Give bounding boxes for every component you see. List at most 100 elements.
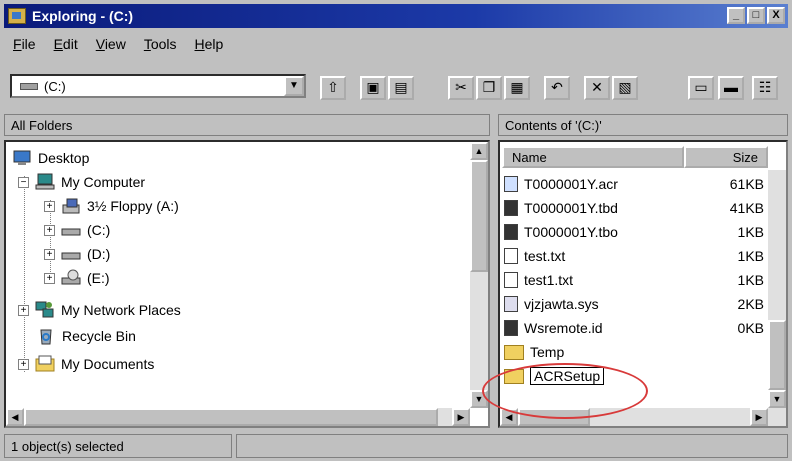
tree-item-my-computer[interactable]: − My Computer (18, 170, 145, 194)
file-name: test.txt (524, 248, 566, 264)
address-combo[interactable]: (C:) ▼ (10, 74, 306, 98)
file-row-tbo[interactable]: T0000001Y.tbo 1KB (504, 220, 770, 244)
text-file-icon (504, 272, 518, 288)
tree-item-my-documents[interactable]: + My Documents (18, 352, 154, 376)
tree-item-drive-e[interactable]: + (E:) (44, 266, 110, 290)
list-vertical-scrollbar[interactable]: ▼ (768, 170, 786, 408)
scroll-left-arrow-icon[interactable]: ◀ (6, 408, 24, 426)
system-file-icon (504, 296, 518, 312)
menu-edit-label: dit (62, 36, 78, 52)
file-size: 1KB (737, 248, 764, 264)
tree-item-label: (C:) (87, 222, 111, 238)
file-row-tbd[interactable]: T0000001Y.tbd 41KB (504, 196, 770, 220)
map-network-drive-button[interactable]: ▣ (360, 76, 386, 100)
network-icon (35, 301, 55, 319)
folder-tree[interactable]: Desktop − My Computer + 3½ Floppy (A:) +… (4, 140, 490, 428)
tree-item-recycle-bin[interactable]: Recycle Bin (36, 324, 136, 348)
tree-item-network-places[interactable]: + My Network Places (18, 298, 181, 322)
folder-icon (504, 344, 524, 360)
desktop-icon (12, 149, 32, 167)
up-one-level-button[interactable]: ⇧ (320, 76, 346, 100)
small-icons-button[interactable]: ▬ (718, 76, 744, 100)
explorer-app-icon (8, 8, 26, 24)
file-size: 2KB (737, 296, 764, 312)
menu-file-accel: F (13, 36, 22, 52)
scroll-up-arrow-icon[interactable]: ▲ (470, 142, 488, 160)
menu-bar: File Edit View Tools Help (4, 32, 232, 56)
file-row-test-txt[interactable]: test.txt 1KB (504, 244, 770, 268)
status-bar: 1 object(s) selected (4, 434, 232, 458)
tree-item-drive-c[interactable]: + (C:) (44, 218, 110, 242)
scroll-thumb[interactable] (768, 320, 786, 390)
menu-view[interactable]: View (87, 34, 135, 54)
menu-help[interactable]: Help (186, 34, 233, 54)
toolbar: (C:) ▼ ⇧ ▣ ▤ ✂ ❐ ▦ ↶ ✕ ▧ ▭ ▬ ☷ (4, 68, 788, 106)
minimize-button[interactable]: _ (727, 7, 745, 24)
expand-icon[interactable]: + (44, 224, 55, 236)
file-row-acr[interactable]: T0000001Y.acr 61KB (504, 172, 770, 196)
folder-row-temp[interactable]: Temp (504, 340, 770, 364)
menu-tools-accel: T (143, 36, 151, 52)
tree-item-label: My Documents (61, 356, 155, 372)
tree-horizontal-scrollbar[interactable]: ◀ ▶ (6, 408, 470, 426)
expand-icon[interactable]: + (44, 272, 55, 284)
tree-item-label: (D:) (87, 246, 111, 262)
expand-icon[interactable]: + (44, 248, 55, 260)
menu-tools[interactable]: Tools (135, 34, 186, 54)
scroll-thumb[interactable] (24, 408, 438, 426)
menu-help-label: elp (204, 36, 224, 52)
cdrom-icon (61, 269, 81, 287)
file-name: test1.txt (524, 272, 574, 288)
window-title: Exploring - (C:) (32, 8, 134, 24)
collapse-icon[interactable]: − (18, 176, 29, 188)
list-view-button[interactable]: ☷ (752, 76, 778, 100)
close-button[interactable]: X (767, 7, 785, 24)
disconnect-network-drive-button[interactable]: ▤ (388, 76, 414, 100)
text-file-icon (504, 248, 518, 264)
paste-button[interactable]: ▦ (504, 76, 530, 100)
folder-name: Temp (530, 344, 565, 360)
tree-item-label: My Computer (61, 174, 146, 190)
tree-item-floppy[interactable]: + 3½ Floppy (A:) (44, 194, 179, 218)
computer-icon (35, 173, 55, 191)
file-row-test1-txt[interactable]: test1.txt 1KB (504, 268, 770, 292)
column-header-size[interactable]: Size (684, 146, 768, 168)
tree-vertical-scrollbar[interactable]: ▲ ▼ (470, 142, 488, 408)
drive-icon (61, 221, 81, 239)
recycle-bin-icon (36, 327, 56, 345)
tree-item-desktop[interactable]: Desktop (12, 146, 89, 170)
tree-item-drive-d[interactable]: + (D:) (44, 242, 110, 266)
expand-icon[interactable]: + (18, 358, 29, 370)
maximize-button[interactable]: □ (747, 7, 765, 24)
image-file-icon (504, 320, 518, 336)
expand-icon[interactable]: + (18, 304, 29, 316)
column-header-name[interactable]: Name (502, 146, 684, 168)
scroll-right-arrow-icon[interactable]: ▶ (452, 408, 470, 426)
menu-help-accel: H (194, 36, 205, 52)
chevron-down-icon[interactable]: ▼ (284, 76, 304, 96)
window-controls: _ □ X (727, 7, 785, 24)
delete-button[interactable]: ✕ (584, 76, 610, 100)
floppy-icon (61, 197, 81, 215)
menu-file[interactable]: File (4, 34, 45, 54)
file-size: 1KB (737, 272, 764, 288)
scroll-thumb[interactable] (470, 160, 488, 272)
scroll-down-arrow-icon[interactable]: ▼ (768, 390, 786, 408)
properties-button[interactable]: ▧ (612, 76, 638, 100)
menu-edit[interactable]: Edit (45, 34, 87, 54)
file-row-wsremote[interactable]: Wsremote.id 0KB (504, 316, 770, 340)
title-bar[interactable]: Exploring - (C:) _ □ X (4, 4, 788, 28)
menu-edit-accel: E (53, 36, 63, 52)
acr-file-icon (504, 176, 518, 192)
menu-view-accel: V (95, 36, 105, 52)
all-folders-header: All Folders (4, 114, 490, 136)
file-row-sys[interactable]: vjzjawta.sys 2KB (504, 292, 770, 316)
expand-icon[interactable]: + (44, 200, 55, 212)
highlight-annotation (482, 363, 648, 419)
copy-button[interactable]: ❐ (476, 76, 502, 100)
menu-tools-label: ools (150, 36, 177, 52)
large-icons-button[interactable]: ▭ (688, 76, 714, 100)
cut-button[interactable]: ✂ (448, 76, 474, 100)
scroll-right-arrow-icon[interactable]: ▶ (750, 408, 768, 426)
undo-button[interactable]: ↶ (544, 76, 570, 100)
